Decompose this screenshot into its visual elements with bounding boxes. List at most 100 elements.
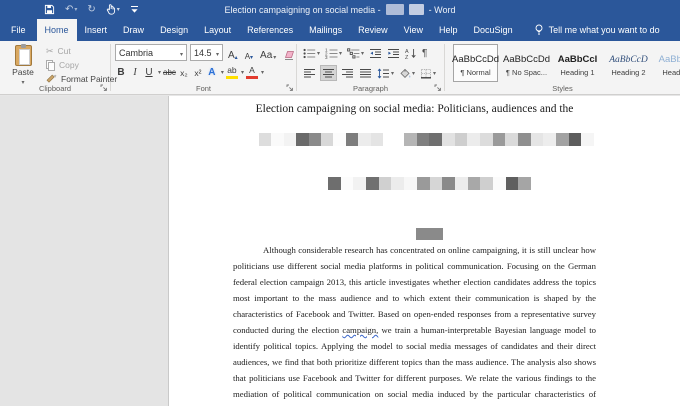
customize-qat-button[interactable]: [130, 3, 139, 16]
save-icon: [44, 4, 55, 15]
shrink-font-button[interactable]: A ▾: [243, 45, 255, 61]
font-color-dropdown[interactable]: ▾: [261, 69, 264, 76]
text-effects-dropdown[interactable]: ▾: [221, 69, 224, 76]
redo-button[interactable]: [87, 3, 95, 16]
grow-font-button[interactable]: A ▴: [226, 45, 240, 61]
copy-label: Copy: [59, 60, 79, 70]
tab-layout[interactable]: Layout: [196, 19, 239, 41]
undo-dropdown[interactable]: ▾: [74, 7, 77, 13]
redacted-title-segment: [408, 4, 424, 15]
touch-mode-dropdown[interactable]: ▾: [117, 7, 120, 13]
window-title-app: - Word: [428, 4, 456, 15]
paragraph-dialog-launcher[interactable]: [433, 83, 442, 92]
increase-indent-button[interactable]: [386, 45, 401, 61]
paste-button[interactable]: Paste: [3, 44, 43, 88]
styles-group-label: Styles: [552, 84, 573, 93]
tab-home[interactable]: Home: [36, 19, 77, 41]
font-family-select[interactable]: Cambria: [115, 44, 187, 61]
quick-access-toolbar: ▾ ▾: [0, 3, 139, 16]
decrease-indent-icon: [370, 48, 382, 58]
tab-help[interactable]: Help: [431, 19, 466, 41]
touch-mouse-mode-button[interactable]: ▾: [106, 3, 120, 16]
redacted-author-segment-1: [259, 133, 383, 146]
tab-design[interactable]: Design: [152, 19, 196, 41]
redo-icon: [87, 5, 95, 15]
bullets-button[interactable]: ▾: [302, 45, 321, 61]
document-page[interactable]: Election campaigning on social media: Po…: [168, 96, 680, 406]
underline-button[interactable]: U: [143, 67, 155, 78]
font-color-button[interactable]: A: [245, 66, 258, 79]
redacted-author-segment-2: [404, 133, 594, 146]
change-case-button[interactable]: Aa ▾: [258, 45, 278, 61]
tab-view[interactable]: View: [396, 19, 431, 41]
highlight-dropdown[interactable]: ▾: [241, 69, 244, 76]
show-hide-marks-button[interactable]: [421, 45, 428, 61]
tab-file[interactable]: File: [0, 19, 37, 41]
style-heading-1[interactable]: AaBbCcI Heading 1: [555, 44, 600, 82]
bold-button[interactable]: B: [115, 67, 127, 78]
tellme[interactable]: Tell me what you want to do: [525, 19, 669, 41]
dialog-launcher-icon: [434, 84, 441, 91]
font-family-value: Cambria: [119, 47, 154, 58]
shading-dropdown: ▾: [412, 70, 416, 77]
font-group-label: Font: [195, 84, 211, 93]
align-left-button[interactable]: [302, 65, 317, 81]
tab-references[interactable]: References: [239, 19, 301, 41]
italic-button[interactable]: I: [129, 67, 141, 78]
highlight-button[interactable]: ab: [225, 66, 238, 79]
font-color-bar: [245, 75, 258, 79]
style-sample: AaBbCcDd: [503, 53, 550, 65]
borders-icon: [421, 68, 432, 78]
decrease-indent-button[interactable]: [368, 45, 383, 61]
underline-dropdown[interactable]: ▾: [158, 69, 161, 76]
clipboard-dialog-launcher[interactable]: [99, 83, 108, 92]
clear-formatting-button[interactable]: [281, 45, 298, 61]
style-name: Heading 3: [662, 67, 680, 77]
style-name: Heading 1: [560, 67, 595, 77]
borders-button[interactable]: ▾: [419, 65, 437, 81]
style-normal[interactable]: AaBbCcDd ¶ Normal: [452, 44, 499, 82]
tab-insert[interactable]: Insert: [77, 19, 116, 41]
superscript-button[interactable]: x²: [192, 68, 204, 78]
line-spacing-button[interactable]: ▾: [376, 65, 395, 81]
multilevel-list-button[interactable]: ▾: [346, 45, 365, 61]
align-center-icon: [323, 68, 334, 77]
font-row-1: Cambria 14.5 A▴ A▾ Aa▾: [115, 44, 298, 61]
tab-review[interactable]: Review: [350, 19, 396, 41]
tab-draw[interactable]: Draw: [115, 19, 152, 41]
justify-icon: [360, 68, 371, 77]
save-button[interactable]: [44, 3, 55, 16]
numbering-button[interactable]: 123 ▾: [324, 45, 343, 61]
align-center-button[interactable]: [320, 65, 337, 81]
abstract-text: Although considerable research has conce…: [233, 245, 596, 335]
font-size-select[interactable]: 14.5: [190, 44, 223, 61]
copy-icon: [46, 59, 55, 71]
ribbon: Paste ✂Cut Copy Format Painter Clipboard…: [0, 41, 680, 95]
shading-button[interactable]: ▾: [398, 65, 416, 81]
undo-button[interactable]: ▾: [65, 3, 77, 16]
redacted-affiliation-line: [328, 177, 531, 190]
cut-button[interactable]: ✂ Cut: [46, 45, 117, 57]
lightbulb-icon: [535, 24, 543, 36]
document-title[interactable]: Election campaigning on social media: Po…: [233, 102, 596, 116]
tab-docusign[interactable]: DocuSign: [466, 19, 521, 41]
copy-button[interactable]: Copy: [46, 59, 117, 71]
style-heading-3[interactable]: AaBbCcD Heading 3: [657, 44, 680, 82]
svg-text:3: 3: [325, 55, 328, 59]
style-heading-2[interactable]: AaBbCcD Heading 2: [606, 44, 651, 82]
style-no-spac[interactable]: AaBbCcDd ¶ No Spac...: [503, 44, 550, 82]
strikethrough-button[interactable]: abc: [163, 68, 176, 77]
change-case-label: Aa: [260, 49, 273, 61]
font-dialog-launcher[interactable]: [285, 83, 294, 92]
text-effects-button[interactable]: A: [206, 67, 218, 78]
document-area: Election campaigning on social media: Po…: [0, 96, 680, 406]
tab-mailings[interactable]: Mailings: [301, 19, 350, 41]
sort-button[interactable]: AZ: [404, 45, 418, 61]
align-right-button[interactable]: [340, 65, 355, 81]
justify-button[interactable]: [358, 65, 373, 81]
abstract-paragraph[interactable]: Although considerable research has conce…: [233, 242, 596, 406]
subscript-button[interactable]: x₂: [178, 68, 190, 78]
font-group: Cambria 14.5 A▴ A▾ Aa▾ B I U ▾ abc x₂ x²…: [111, 41, 296, 94]
grammar-flagged-word[interactable]: campaign,: [342, 325, 378, 335]
dialog-launcher-icon: [286, 84, 293, 91]
